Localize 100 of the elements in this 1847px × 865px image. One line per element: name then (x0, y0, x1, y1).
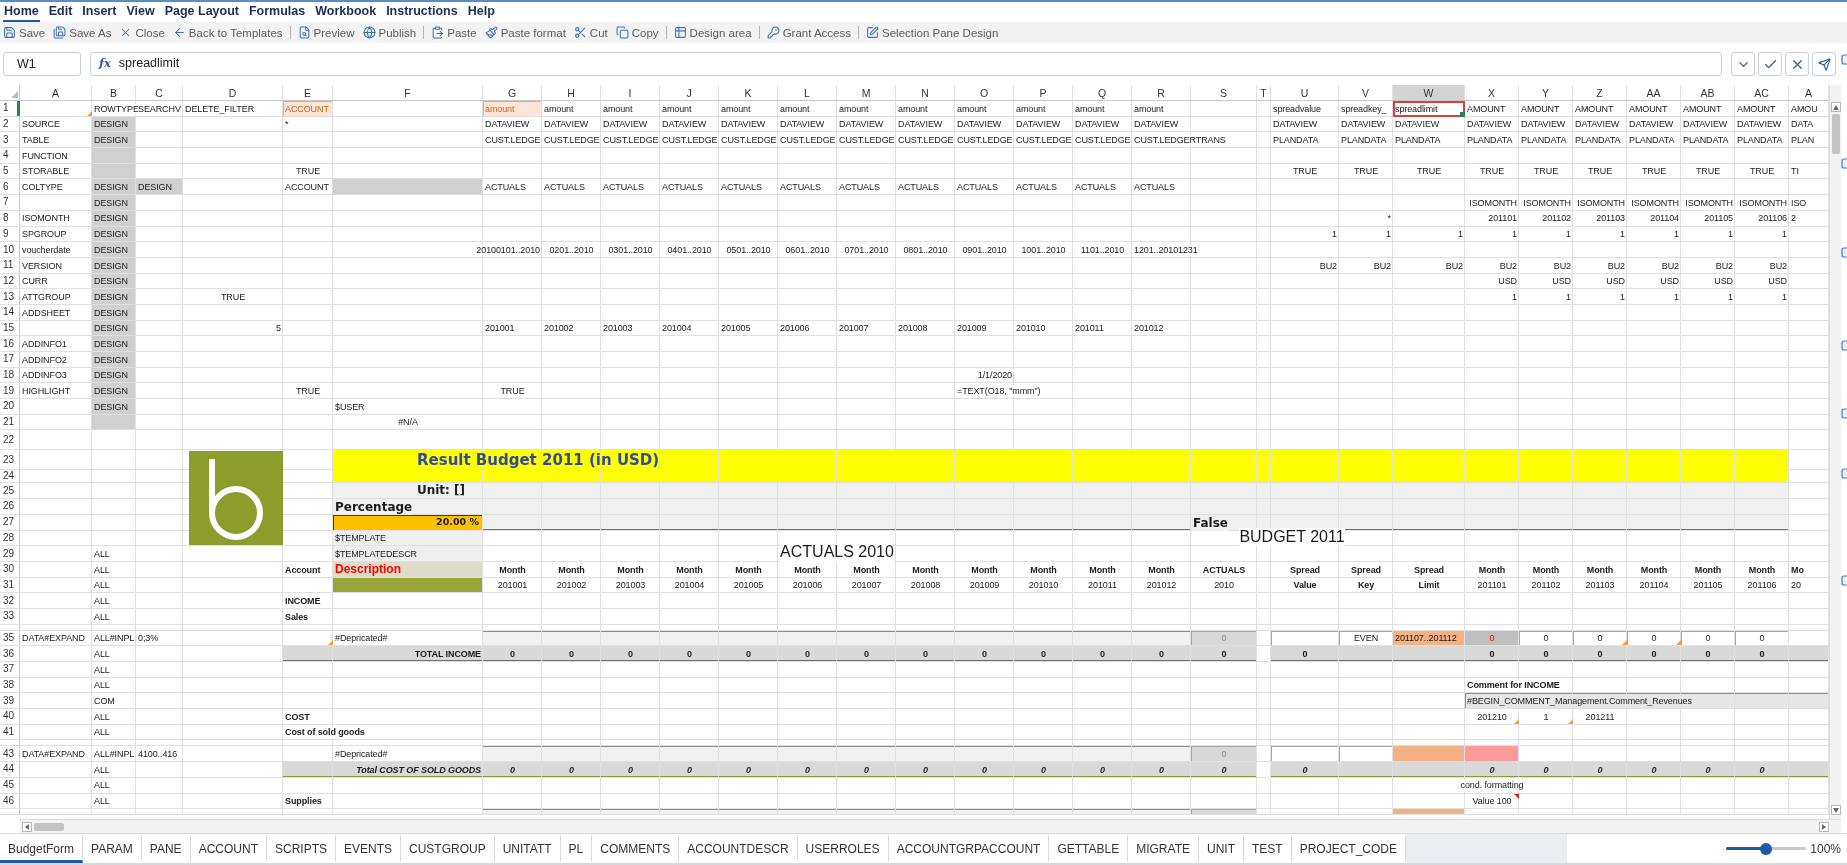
row-header[interactable]: 13 (0, 289, 20, 305)
row-header[interactable]: 37 (0, 662, 20, 678)
row-header[interactable]: 3 (0, 132, 20, 149)
cell-text: BU2 (1319, 260, 1337, 271)
toolbar-button[interactable]: Copy (615, 24, 659, 41)
scroll-left-icon[interactable] (22, 821, 32, 832)
row-header[interactable]: 22 (0, 430, 20, 451)
menu-item[interactable]: Instructions (385, 2, 459, 22)
vertical-scrollbar[interactable] (1829, 85, 1841, 819)
toolbar-button[interactable]: Back to Templates (172, 24, 283, 41)
cell-text: DATAVIEW (721, 119, 766, 130)
toolbar-button[interactable]: Save (3, 24, 46, 41)
zoom-slider[interactable] (1726, 842, 1807, 855)
toolbar-button[interactable]: Save As (53, 24, 112, 41)
design-cell: DESIGN (92, 179, 136, 196)
toolbar-button[interactable]: Design area (673, 24, 752, 41)
menu-item[interactable]: Help (466, 2, 496, 22)
side-tab-icon[interactable] (1841, 54, 1847, 65)
sheet-tab[interactable]: BudgetForm (0, 834, 84, 863)
row-header[interactable]: 40 (0, 709, 20, 725)
menu-item[interactable]: View (125, 2, 156, 22)
row-header[interactable]: 10 (0, 242, 20, 258)
row-header[interactable]: 1 (0, 101, 20, 117)
toolbar-button[interactable]: Cut (573, 24, 608, 41)
row-header[interactable]: 23 (0, 450, 20, 471)
toolbar-button[interactable]: Preview (297, 24, 355, 41)
side-tab-icon[interactable] (1841, 340, 1847, 351)
cell-text: amount (839, 103, 869, 114)
fill-handle[interactable] (1460, 111, 1465, 117)
side-tab-icon[interactable] (1841, 158, 1847, 169)
row-header[interactable]: 16 (0, 336, 20, 352)
cell-text: ALL (94, 680, 110, 691)
row-header[interactable]: 44 (0, 762, 20, 778)
side-tab-icon[interactable] (1841, 468, 1847, 479)
horizontal-scrollbar[interactable] (20, 819, 1841, 833)
total-cell: 0 (837, 646, 896, 662)
toolbar-button[interactable]: Selection Pane Design (866, 24, 999, 41)
side-tab-icon[interactable] (1841, 408, 1847, 419)
row-header[interactable]: 7 (0, 195, 20, 211)
column-heading: Month (1748, 564, 1776, 575)
row-header[interactable]: 43 (0, 746, 20, 763)
slider-thumb[interactable] (1760, 842, 1773, 855)
cell-text: ROWTYPE (94, 103, 139, 114)
total-cell: 0 (778, 646, 837, 662)
row-header[interactable]: 19 (0, 383, 20, 400)
side-tab-icon[interactable] (1841, 247, 1847, 258)
row-header[interactable]: 17 (0, 352, 20, 368)
toolbar-button[interactable]: Close (119, 24, 165, 41)
comment-marker-icon (1568, 718, 1573, 724)
cell-text: 2 (1791, 213, 1796, 224)
cell-text: 201005 (733, 580, 764, 591)
toolbar-button[interactable]: Grant Access (766, 24, 851, 41)
cell-text: DATAVIEW (839, 119, 884, 130)
cell-text: TRUE (1479, 166, 1505, 177)
toolbar-button[interactable]: Paste (431, 24, 477, 41)
scroll-down-icon[interactable] (1830, 805, 1841, 815)
cell-reference-field[interactable]: W1 (3, 52, 81, 76)
cell-text: ALL (94, 580, 110, 591)
send-button[interactable] (1812, 52, 1836, 76)
row-header[interactable]: 39 (0, 693, 20, 710)
side-tab-icon[interactable] (1841, 575, 1847, 586)
scroll-up-icon[interactable] (1830, 102, 1841, 112)
cancel-button[interactable] (1785, 52, 1809, 76)
scroll-right-icon[interactable] (1819, 821, 1829, 832)
selected-cell[interactable]: spreadlimit (1393, 101, 1465, 117)
row-header[interactable]: 20 (0, 399, 20, 415)
row-header[interactable]: 6 (0, 179, 20, 196)
total-cell: 0 (660, 646, 719, 662)
dropdown-button[interactable] (1731, 52, 1755, 76)
menu-item[interactable]: Insert (81, 2, 118, 22)
menu-item[interactable]: Edit (47, 2, 74, 22)
toolbar-button[interactable]: Publish (362, 24, 417, 41)
row-header[interactable]: 26 (0, 499, 20, 515)
unit-label: Unit: [] (333, 483, 483, 500)
menu-item[interactable]: Formulas (248, 2, 307, 22)
row-header[interactable]: 29 (0, 546, 20, 562)
cell-text: 201006 (780, 323, 810, 334)
row-header[interactable]: 36 (0, 646, 20, 662)
cell-text: 201007 (851, 580, 882, 591)
confirm-button[interactable] (1758, 52, 1782, 76)
column-header[interactable]: W (1393, 85, 1465, 101)
total-cell: 0 (1519, 762, 1573, 778)
cell-text: 1101..2010 (1080, 244, 1125, 256)
cell-text: 1 (1512, 291, 1517, 303)
scrollbar-thumb[interactable] (34, 822, 64, 831)
menu-item[interactable]: Workbook (314, 2, 378, 22)
scrollbar-thumb[interactable] (1831, 114, 1840, 154)
cell-text: ADDSHEET (22, 307, 71, 318)
select-all-icon[interactable] (11, 91, 18, 98)
cell-text: 0801..2010 (903, 244, 948, 256)
title-banner: Result Budget 2011 (in USD) (333, 450, 1789, 484)
row-header[interactable]: 4 (0, 148, 20, 164)
menu-item[interactable]: Page Layout (163, 2, 240, 22)
total-cell: 0 (896, 762, 955, 778)
toolbar-button[interactable]: Paste format (484, 24, 566, 41)
row-header[interactable]: 32 (0, 593, 20, 609)
formula-field[interactable]: fx spreadlimit (90, 52, 1722, 76)
row-header[interactable]: 24 (0, 470, 20, 484)
row-header[interactable]: 25 (0, 483, 20, 500)
cell-text: VERSION (22, 260, 62, 271)
